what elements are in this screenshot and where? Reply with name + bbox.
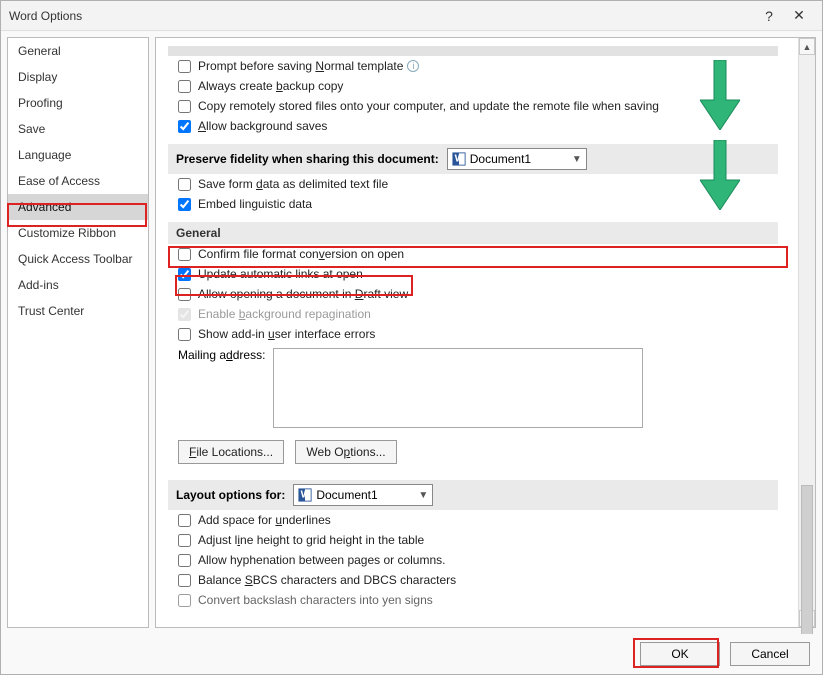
sidebar-item-proofing[interactable]: Proofing xyxy=(8,90,148,116)
close-button[interactable]: ✕ xyxy=(784,2,814,30)
section-bar-top xyxy=(168,46,778,56)
opt-allow-hyphenation[interactable]: Allow hyphenation between pages or colum… xyxy=(168,550,778,570)
opt-embed-linguistic[interactable]: Embed linguistic data xyxy=(168,194,778,214)
opt-add-space-underlines[interactable]: Add space for underlines xyxy=(168,510,778,530)
titlebar: Word Options ? ✕ xyxy=(1,1,822,31)
layout-doc-select[interactable]: W Document1 ▼ xyxy=(293,484,433,506)
annotation-arrow-down-icon xyxy=(700,140,740,210)
sidebar-item-ease-of-access[interactable]: Ease of Access xyxy=(8,168,148,194)
checkbox-copy-remote[interactable] xyxy=(178,100,191,113)
opt-enable-bg-repagination: Enable background repagination xyxy=(168,304,778,324)
checkbox-balance-sbcs[interactable] xyxy=(178,574,191,587)
opt-copy-remote[interactable]: Copy remotely stored files onto your com… xyxy=(168,96,778,116)
label-copy-remote: Copy remotely stored files onto your com… xyxy=(198,99,659,113)
checkbox-backup-copy[interactable] xyxy=(178,80,191,93)
ok-button[interactable]: OK xyxy=(640,642,720,666)
checkbox-update-auto-links[interactable] xyxy=(178,268,191,281)
word-doc-icon: W xyxy=(452,152,466,166)
checkbox-allow-bg-saves[interactable] xyxy=(178,120,191,133)
opt-allow-draft[interactable]: Allow opening a document in Draft view xyxy=(168,284,778,304)
chevron-down-icon: ▼ xyxy=(572,154,582,165)
checkbox-show-addin-errors[interactable] xyxy=(178,328,191,341)
general-buttons-row: File Locations... Web Options... xyxy=(168,432,778,472)
label-prompt-normal: Prompt before saving Normal template xyxy=(198,59,403,73)
opt-update-auto-links[interactable]: Update automatic links at open xyxy=(168,264,778,284)
preserve-fidelity-label: Preserve fidelity when sharing this docu… xyxy=(176,152,439,166)
chevron-down-icon: ▼ xyxy=(418,490,428,501)
file-locations-button[interactable]: File Locations... xyxy=(178,440,284,464)
label-add-space-underlines: Add space for underlines xyxy=(198,513,331,527)
label-allow-hyphenation: Allow hyphenation between pages or colum… xyxy=(198,553,446,567)
preserve-doc-select[interactable]: W Document1 ▼ xyxy=(447,148,587,170)
label-embed-linguistic: Embed linguistic data xyxy=(198,197,312,211)
dialog-body: General Display Proofing Save Language E… xyxy=(1,31,822,634)
checkbox-confirm-conversion[interactable] xyxy=(178,248,191,261)
checkbox-convert-backslash[interactable] xyxy=(178,594,191,607)
label-balance-sbcs: Balance SBCS characters and DBCS charact… xyxy=(198,573,456,587)
opt-backup-copy[interactable]: Always create backup copy xyxy=(168,76,778,96)
mailing-address-row: Mailing address: xyxy=(168,344,778,432)
checkbox-adjust-line-height[interactable] xyxy=(178,534,191,547)
layout-doc-value: Document1 xyxy=(316,488,377,502)
label-adjust-line-height: Adjust line height to grid height in the… xyxy=(198,533,424,547)
label-confirm-conversion: Confirm file format conversion on open xyxy=(198,247,404,261)
dialog-footer: OK Cancel xyxy=(1,634,822,674)
dialog-title: Word Options xyxy=(9,9,754,23)
opt-adjust-line-height[interactable]: Adjust line height to grid height in the… xyxy=(168,530,778,550)
mailing-address-field[interactable] xyxy=(273,348,643,428)
layout-options-label: Layout options for: xyxy=(176,488,285,502)
scroll-up-button[interactable]: ▲ xyxy=(799,38,815,55)
scroll-thumb[interactable] xyxy=(801,485,813,634)
annotation-arrow-down-icon xyxy=(700,60,740,130)
checkbox-allow-hyphenation[interactable] xyxy=(178,554,191,567)
opt-prompt-normal[interactable]: Prompt before saving Normal template i xyxy=(168,56,778,76)
checkbox-allow-draft[interactable] xyxy=(178,288,191,301)
sidebar-item-language[interactable]: Language xyxy=(8,142,148,168)
sidebar-item-trust-center[interactable]: Trust Center xyxy=(8,298,148,324)
label-enable-bg-repagination: Enable background repagination xyxy=(198,307,371,321)
word-doc-icon: W xyxy=(298,488,312,502)
sidebar: General Display Proofing Save Language E… xyxy=(7,37,149,628)
checkbox-embed-linguistic[interactable] xyxy=(178,198,191,211)
opt-balance-sbcs[interactable]: Balance SBCS characters and DBCS charact… xyxy=(168,570,778,590)
opt-allow-bg-saves[interactable]: Allow background saves xyxy=(168,116,778,136)
vertical-scrollbar[interactable]: ▲ ▼ xyxy=(798,38,815,627)
preserve-fidelity-row: Preserve fidelity when sharing this docu… xyxy=(168,144,778,174)
mailing-address-label: Mailing address: xyxy=(178,348,265,362)
web-options-button[interactable]: Web Options... xyxy=(295,440,396,464)
svg-text:W: W xyxy=(301,489,311,501)
opt-confirm-conversion[interactable]: Confirm file format conversion on open xyxy=(168,244,778,264)
opt-convert-backslash[interactable]: Convert backslash characters into yen si… xyxy=(168,590,778,610)
svg-text:W: W xyxy=(454,153,464,165)
opt-save-form-data[interactable]: Save form data as delimited text file xyxy=(168,174,778,194)
sidebar-item-advanced[interactable]: Advanced xyxy=(8,194,148,220)
section-general: General xyxy=(168,222,778,244)
checkbox-add-space-underlines[interactable] xyxy=(178,514,191,527)
preserve-doc-value: Document1 xyxy=(470,152,531,166)
sidebar-item-quick-access-toolbar[interactable]: Quick Access Toolbar xyxy=(8,246,148,272)
label-convert-backslash: Convert backslash characters into yen si… xyxy=(198,593,433,607)
checkbox-prompt-normal[interactable] xyxy=(178,60,191,73)
label-backup-copy: Always create backup copy xyxy=(198,79,343,93)
opt-show-addin-errors[interactable]: Show add-in user interface errors xyxy=(168,324,778,344)
sidebar-item-general[interactable]: General xyxy=(8,38,148,64)
layout-options-row: Layout options for: W Document1 ▼ xyxy=(168,480,778,510)
label-save-form-data: Save form data as delimited text file xyxy=(198,177,388,191)
sidebar-item-display[interactable]: Display xyxy=(8,64,148,90)
cancel-button[interactable]: Cancel xyxy=(730,642,810,666)
checkbox-save-form-data[interactable] xyxy=(178,178,191,191)
label-show-addin-errors: Show add-in user interface errors xyxy=(198,327,375,341)
sidebar-item-add-ins[interactable]: Add-ins xyxy=(8,272,148,298)
label-allow-bg-saves: Allow background saves xyxy=(198,119,327,133)
sidebar-item-customize-ribbon[interactable]: Customize Ribbon xyxy=(8,220,148,246)
label-update-auto-links: Update automatic links at open xyxy=(198,267,363,281)
help-button[interactable]: ? xyxy=(754,2,784,30)
checkbox-enable-bg-repagination xyxy=(178,308,191,321)
info-icon: i xyxy=(407,60,419,72)
scroll-track[interactable] xyxy=(799,55,815,610)
label-allow-draft: Allow opening a document in Draft view xyxy=(198,287,408,301)
sidebar-item-save[interactable]: Save xyxy=(8,116,148,142)
